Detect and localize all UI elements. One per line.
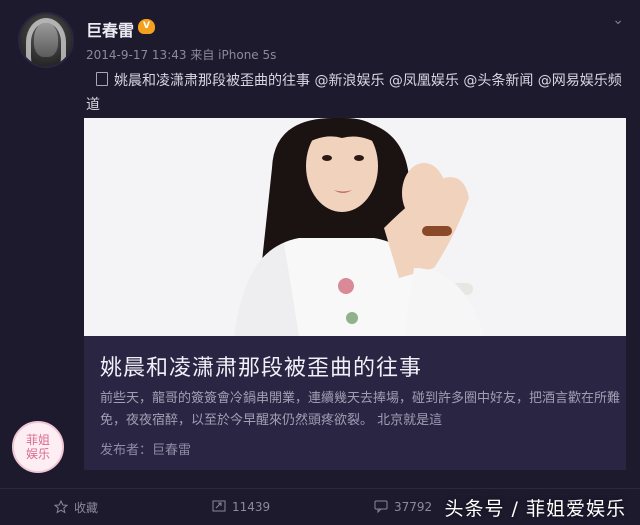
- comment-icon: [374, 499, 388, 516]
- repost-button[interactable]: 11439: [212, 499, 270, 516]
- article-photo-art: [84, 118, 626, 336]
- post-timestamp: 2014-9-17 13:43: [86, 48, 187, 62]
- post-body: 姚晨和凌潇肃那段被歪曲的往事 @新浪娱乐 @凤凰娱乐 @头条新闻 @网易娱乐频道: [86, 73, 622, 113]
- avatar[interactable]: [20, 14, 72, 66]
- avatar-face: [34, 23, 58, 57]
- star-icon: [53, 499, 69, 517]
- card-description: 前些天，龍哥的簽簽會冷鍋串開業，連續幾天去捧場，碰到許多圈中好友，把酒言歡在所難…: [100, 391, 621, 428]
- watermark-logo: 菲姐 娱乐: [12, 421, 64, 473]
- source-watermark: 头条号 / 菲姐爱娱乐: [444, 498, 626, 520]
- article-photo[interactable]: [84, 118, 626, 336]
- source-prefix: 来自: [190, 48, 215, 62]
- comment-count: 37792: [394, 500, 433, 514]
- repost-count: 11439: [232, 500, 271, 514]
- watermark-logo-line2: 娱乐: [25, 447, 50, 461]
- article-card[interactable]: 姚晨和凌潇肃那段被歪曲的往事 前些天，龍哥的簽簽會冷鍋串開業，連續幾天去捧場，碰…: [84, 118, 626, 470]
- publisher-name[interactable]: 巨春雷: [152, 443, 191, 458]
- favorite-label: 收藏: [74, 501, 99, 515]
- post-text: 姚晨和凌潇肃那段被歪曲的往事 @新浪娱乐 @凤凰娱乐 @头条新闻 @网易娱乐频道: [86, 69, 626, 117]
- card-publisher: 发布者：巨春雷: [100, 439, 191, 458]
- repost-icon: [212, 499, 226, 516]
- document-icon: [96, 72, 108, 86]
- watermark-logo-line1: 菲姐: [25, 433, 50, 447]
- card-title[interactable]: 姚晨和凌潇肃那段被歪曲的往事: [100, 350, 422, 382]
- vip-badge: V: [138, 19, 155, 34]
- post-device[interactable]: iPhone 5s: [218, 48, 276, 62]
- chevron-down-icon[interactable]: ⌄: [612, 12, 624, 28]
- publisher-label: 发布者：: [100, 443, 153, 458]
- favorite-button[interactable]: 收藏: [53, 499, 99, 517]
- post-meta: 2014-9-17 13:43 来自 iPhone 5s: [86, 46, 276, 63]
- username[interactable]: 巨春雷: [86, 17, 134, 41]
- comment-button[interactable]: 37792: [374, 499, 432, 516]
